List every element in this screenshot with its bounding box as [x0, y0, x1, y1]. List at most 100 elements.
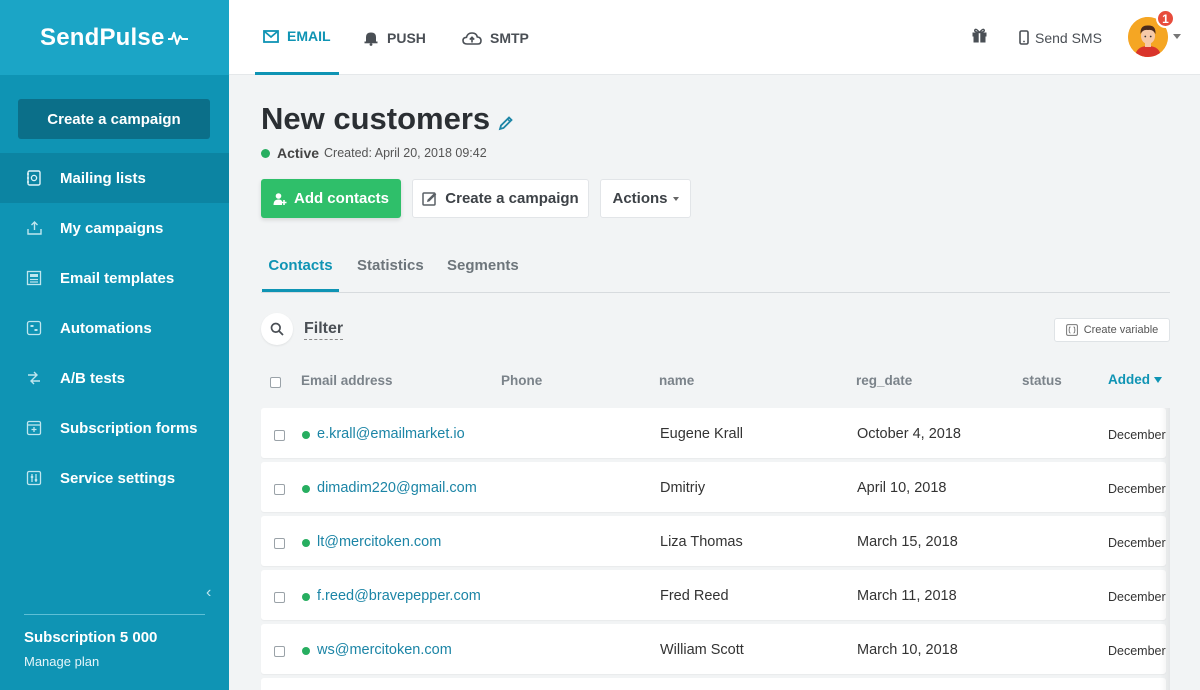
sidebar-item-label: My campaigns — [60, 219, 164, 237]
tab-statistics[interactable]: Statistics — [357, 250, 424, 292]
actions-label: Actions — [612, 190, 668, 207]
sidebar-item-automations[interactable]: Automations — [0, 303, 229, 353]
envelope-icon — [263, 29, 279, 43]
column-header-reg-date[interactable]: reg_date — [856, 373, 912, 388]
contact-name: William Scott — [660, 642, 744, 658]
sidebar-item-email-templates[interactable]: Email templates — [0, 253, 229, 303]
tab-email[interactable]: EMAIL — [255, 0, 339, 75]
manage-plan-link[interactable]: Manage plan — [24, 654, 99, 669]
sidebar-item-label: Automations — [60, 319, 152, 337]
subscription-label: Subscription 5 000 — [24, 629, 158, 646]
column-header-email[interactable]: Email address — [301, 373, 393, 388]
row-checkbox[interactable] — [274, 646, 285, 657]
ab-tests-icon — [25, 369, 43, 387]
contact-email-link[interactable]: dimadim220@gmail.com — [317, 480, 477, 496]
active-status-dot — [302, 539, 310, 547]
automations-icon — [25, 319, 43, 337]
actions-dropdown-button[interactable]: Actions — [600, 179, 691, 218]
row-checkbox[interactable] — [274, 430, 285, 441]
sidebar-item-ab-tests[interactable]: A/B tests — [0, 353, 229, 403]
active-status-dot — [302, 647, 310, 655]
sidebar-create-campaign-button[interactable]: Create a campaign — [18, 99, 210, 139]
table-row[interactable]: dimadim220@gmail.com Dmitriy April 10, 2… — [261, 462, 1166, 512]
collapse-sidebar-icon[interactable]: ‹ — [206, 584, 211, 602]
edit-document-icon — [422, 191, 437, 206]
sidebar-item-service-settings[interactable]: Service settings — [0, 453, 229, 503]
tab-smtp[interactable]: SMTP — [462, 0, 529, 75]
created-date: Created: April 20, 2018 09:42 — [324, 146, 487, 160]
sidebar-item-label: A/B tests — [60, 369, 126, 387]
sidebar-item-subscription-forms[interactable]: Subscription forms — [0, 403, 229, 453]
tab-push[interactable]: PUSH — [363, 0, 426, 75]
sidebar-item-label: Service settings — [60, 469, 176, 487]
create-variable-button[interactable]: Create variable — [1054, 318, 1170, 342]
search-icon[interactable] — [261, 313, 293, 345]
table-row[interactable]: f.reed@bravepepper.com Fred Reed March 1… — [261, 570, 1166, 620]
contact-reg-date: March 10, 2018 — [857, 642, 958, 658]
row-checkbox[interactable] — [274, 592, 285, 603]
contact-reg-date: March 15, 2018 — [857, 534, 958, 550]
variable-icon — [1065, 324, 1078, 336]
add-contacts-label: Add contacts — [293, 190, 389, 207]
bell-icon — [363, 30, 379, 46]
notification-badge: 1 — [1156, 9, 1175, 28]
table-row[interactable]: lt@mercitoken.com Liza Thomas March 15, … — [261, 516, 1166, 566]
forms-icon — [25, 419, 43, 437]
settings-icon — [25, 469, 43, 487]
table-row-partial — [261, 678, 1166, 690]
sidebar-item-mailing-lists[interactable]: Mailing lists — [0, 153, 229, 203]
add-user-icon — [273, 192, 287, 205]
campaigns-icon — [25, 219, 43, 237]
sidebar-nav: Mailing lists My campaigns Email templat… — [0, 153, 229, 503]
row-checkbox[interactable] — [274, 484, 285, 495]
contact-added-date: December — [1108, 428, 1166, 442]
sort-desc-icon — [1154, 377, 1162, 384]
top-bar: EMAIL PUSH SMTP Send SMS 1 — [229, 0, 1200, 75]
sidebar-item-label: Mailing lists — [60, 169, 146, 187]
column-header-status[interactable]: status — [1022, 373, 1062, 388]
add-contacts-button[interactable]: Add contacts — [261, 179, 401, 218]
column-header-added-label: Added — [1108, 372, 1150, 387]
select-all-checkbox[interactable] — [270, 377, 281, 388]
row-checkbox[interactable] — [274, 538, 285, 549]
contact-added-date: December — [1108, 482, 1166, 496]
gift-icon[interactable] — [971, 27, 988, 49]
contact-name: Fred Reed — [660, 588, 729, 604]
contact-email-link[interactable]: ws@mercitoken.com — [317, 642, 452, 658]
contact-name: Liza Thomas — [660, 534, 743, 550]
send-sms-link[interactable]: Send SMS — [1019, 0, 1102, 75]
contact-name: Dmitriy — [660, 480, 706, 496]
sidebar-divider — [24, 614, 205, 615]
pulse-icon — [167, 31, 188, 45]
account-menu-caret-icon[interactable] — [1173, 34, 1181, 39]
brand-name: SendPulse — [40, 23, 165, 51]
filter-toggle[interactable]: Filter — [304, 319, 344, 340]
active-status-dot — [302, 593, 310, 601]
contact-email-link[interactable]: e.krall@emailmarket.io — [317, 426, 465, 442]
tab-contacts[interactable]: Contacts — [262, 250, 339, 292]
table-row[interactable]: e.krall@emailmarket.io Eugene Krall Octo… — [261, 408, 1166, 458]
contact-added-date: December — [1108, 590, 1166, 604]
contact-email-link[interactable]: lt@mercitoken.com — [317, 534, 441, 550]
active-status-dot — [302, 431, 310, 439]
contact-added-date: December — [1108, 644, 1166, 658]
contact-email-link[interactable]: f.reed@bravepepper.com — [317, 588, 481, 604]
table-row[interactable]: ws@mercitoken.com William Scott March 10… — [261, 624, 1166, 674]
contact-reg-date: October 4, 2018 — [857, 426, 961, 442]
phone-icon — [1019, 30, 1029, 45]
column-header-added[interactable]: Added — [1108, 372, 1162, 387]
column-header-name[interactable]: name — [659, 373, 694, 388]
contact-reg-date: March 11, 2018 — [857, 588, 957, 604]
create-campaign-button[interactable]: Create a campaign — [412, 179, 589, 218]
tab-segments[interactable]: Segments — [447, 250, 519, 292]
send-sms-label: Send SMS — [1035, 29, 1102, 46]
page-title: New customers — [261, 101, 491, 136]
sidebar-item-my-campaigns[interactable]: My campaigns — [0, 203, 229, 253]
horizontal-scroll-shadow — [1160, 408, 1170, 690]
contact-added-date: December — [1108, 536, 1166, 550]
list-status: Active Created: April 20, 2018 09:42 — [261, 145, 487, 161]
edit-title-icon[interactable] — [498, 115, 514, 136]
active-status-dot — [302, 485, 310, 493]
column-header-phone[interactable]: Phone — [501, 373, 542, 388]
sendpulse-logo[interactable]: SendPulse — [40, 24, 188, 52]
